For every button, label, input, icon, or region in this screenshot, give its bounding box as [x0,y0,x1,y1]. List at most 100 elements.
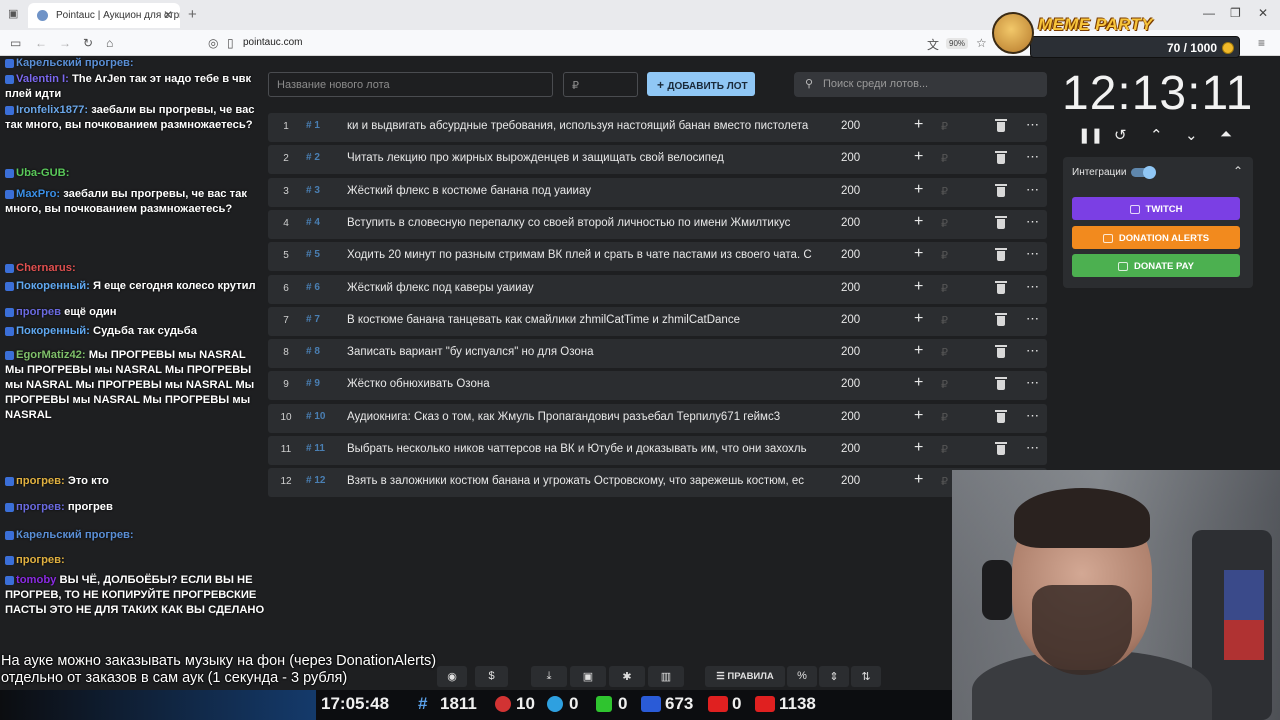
sort-icon[interactable]: ⇅ [851,666,881,687]
lot-amount[interactable]: 200 [841,411,860,423]
lot-amount[interactable]: 200 [841,249,860,261]
add-amount-icon[interactable]: + [914,471,923,489]
split-icon[interactable]: ⇕ [819,666,849,687]
chat-username[interactable]: MaxPro: [16,188,60,200]
rules-button[interactable]: ☰ ПРАВИЛА [705,666,785,687]
lot-name[interactable]: Аудиокнига: Сказ о том, как Жмуль Пропаг… [347,411,820,423]
bookmark-star-icon[interactable]: ☆ [976,36,987,50]
sidebar-icon[interactable]: ▭ [10,36,21,50]
donation-alerts-button[interactable]: DONATION ALERTS [1072,226,1240,249]
lot-menu-icon[interactable]: ⋯ [1026,149,1040,165]
tab-list-icon[interactable]: ▣ [8,7,18,20]
chat-username[interactable]: прогрев [16,306,61,318]
add-amount-icon[interactable]: + [914,181,923,199]
lot-menu-icon[interactable]: ⋯ [1026,311,1040,327]
new-lot-input[interactable]: Название нового лота [268,72,553,97]
lot-amount[interactable]: 200 [841,475,860,487]
chat-username[interactable]: tomoby [16,574,56,586]
delete-lot-icon[interactable] [995,248,1007,262]
lot-amount[interactable]: 200 [841,346,860,358]
chat-username[interactable]: Uba-GUB: [16,167,69,179]
lot-name[interactable]: Взять в заложники костюм банана и угрожа… [347,475,820,487]
add-amount-icon[interactable]: + [914,374,923,392]
chat-username[interactable]: Ironfelix1877: [16,104,88,116]
lot-search-input[interactable]: ⚲ Поиск среди лотов... [794,72,1047,97]
add-lot-button[interactable]: + ДОБАВИТЬ ЛОТ [647,72,755,96]
add-amount-icon[interactable]: + [914,245,923,263]
add-amount-icon[interactable]: + [914,116,923,134]
lot-name[interactable]: Ходить 20 минут по разным стримам ВК пле… [347,249,820,261]
integrations-toggle[interactable] [1131,166,1156,179]
save-icon[interactable]: ▣ [570,666,606,687]
lot-amount[interactable]: 200 [841,282,860,294]
lot-amount[interactable]: 200 [841,152,860,164]
add-amount-icon[interactable]: + [914,278,923,296]
new-tab-icon[interactable]: + [188,6,197,23]
github-icon[interactable]: ◉ [437,666,467,687]
home-icon[interactable]: ⌂ [106,36,113,50]
pause-icon[interactable]: ❚❚ [1078,126,1103,144]
lot-amount-input[interactable]: ₽ [563,72,638,97]
lot-menu-icon[interactable]: ⋯ [1026,408,1040,424]
lot-name[interactable]: Жёсткий флекс под каверы уаииау [347,282,820,294]
zoom-level[interactable]: 90% [946,38,969,49]
browser-tab[interactable]: Pointauc | Аукцион для стримеров ✕ [28,3,180,28]
lot-menu-icon[interactable]: ⋯ [1026,214,1040,230]
delete-all-icon[interactable]: ▥ [648,666,684,687]
close-window-icon[interactable]: ✕ [1258,6,1268,20]
delete-lot-icon[interactable] [995,312,1007,326]
add-amount-icon[interactable]: + [914,439,923,457]
delete-lot-icon[interactable] [995,442,1007,455]
lot-amount[interactable]: 200 [841,185,860,197]
forward-icon[interactable]: → [59,36,71,50]
donate-pay-button[interactable]: DONATE PAY [1072,254,1240,277]
lot-menu-icon[interactable]: ⋯ [1026,182,1040,198]
reload-icon[interactable]: ↻ [83,36,93,50]
lot-menu-icon[interactable]: ⋯ [1026,343,1040,359]
percent-button[interactable]: % [787,666,817,687]
chat-username[interactable]: EgorMatiz42: [16,349,86,361]
twitch-button[interactable]: TWITCH [1072,197,1240,220]
delete-lot-icon[interactable] [995,215,1007,229]
menu-icon[interactable]: ≡ [1258,36,1265,50]
bug-icon[interactable]: ✱ [609,666,645,687]
delete-lot-icon[interactable] [995,183,1007,197]
delete-lot-icon[interactable] [995,280,1007,294]
lot-amount[interactable]: 200 [841,120,860,132]
delete-lot-icon[interactable] [995,409,1007,423]
chat-username[interactable]: прогрев: [16,554,65,566]
chat-username[interactable]: Карельский прогрев: [16,529,134,541]
lot-menu-icon[interactable]: ⋯ [1026,117,1040,133]
lock-icon[interactable]: ◎ [208,36,218,50]
delete-lot-icon[interactable] [995,377,1007,391]
chat-username[interactable]: Chernarus: [16,262,76,274]
lot-name[interactable]: Выбрать несколько ников чаттерсов на ВК … [347,443,820,455]
add-amount-icon[interactable]: + [914,342,923,360]
delete-lot-icon[interactable] [995,151,1007,165]
chat-username[interactable]: Покоренный: [16,280,90,292]
reset-timer-icon[interactable]: ↺ [1114,126,1127,144]
timer-double-up-icon[interactable]: ⏶ [1220,126,1232,143]
chat-username[interactable]: прогрев: [16,475,65,487]
download-icon[interactable]: ⤓ [531,666,567,687]
chat-username[interactable]: Покоренный: [16,325,90,337]
lot-menu-icon[interactable]: ⋯ [1026,279,1040,295]
timer-up-icon[interactable]: ⌃ [1150,126,1163,144]
dollar-icon[interactable]: $ [475,666,508,687]
lot-name[interactable]: В костюме банана танцевать как смайлики … [347,314,820,326]
lot-name[interactable]: Записать вариант "бу испуался" но для Оз… [347,346,820,358]
chat-username[interactable]: Valentin I: [16,73,69,85]
lot-menu-icon[interactable]: ⋯ [1026,375,1040,391]
url-bar[interactable]: pointauc.com [243,37,302,48]
add-amount-icon[interactable]: + [914,407,923,425]
add-amount-icon[interactable]: + [914,310,923,328]
timer-down-icon[interactable]: ⌄ [1185,126,1198,144]
lot-name[interactable]: Читать лекцию про жирных вырожденцев и з… [347,152,820,164]
close-tab-icon[interactable]: ✕ [163,8,173,22]
delete-lot-icon[interactable] [995,345,1007,359]
chat-username[interactable]: прогрев: [16,501,65,513]
add-amount-icon[interactable]: + [914,148,923,166]
lot-name[interactable]: Вступить в словесную перепалку со своей … [347,217,820,229]
lot-amount[interactable]: 200 [841,443,860,455]
back-icon[interactable]: ← [35,36,47,50]
